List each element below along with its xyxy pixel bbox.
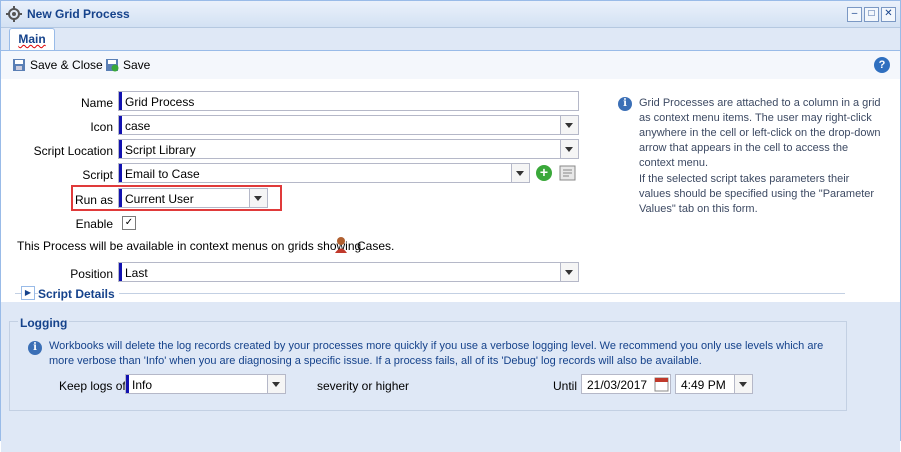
run-as-label: Run as xyxy=(74,193,113,207)
toolbar: Save & Close Save ? xyxy=(1,50,900,80)
severity-text: severity or higher xyxy=(317,379,410,393)
logging-info-text: Workbooks will delete the log records cr… xyxy=(49,340,824,367)
until-label: Until xyxy=(553,379,578,393)
run-as-value: Current User xyxy=(125,192,194,206)
chevron-down-icon[interactable] xyxy=(560,116,578,134)
script-details-toggle[interactable]: Script Details xyxy=(38,287,119,301)
script-select[interactable]: Email to Case xyxy=(118,163,530,183)
until-date-input[interactable]: 21/03/2017 xyxy=(581,374,671,394)
until-time-select[interactable]: 4:49 PM xyxy=(675,374,753,394)
mandatory-marker xyxy=(119,263,122,281)
name-input[interactable]: Grid Process xyxy=(118,91,579,111)
add-script-icon[interactable]: + xyxy=(536,165,552,181)
until-date-value: 21/03/2017 xyxy=(587,378,648,392)
grid-process-window: New Grid Process – □ ✕ Main Save & Close… xyxy=(0,0,901,452)
icon-select[interactable]: case xyxy=(118,115,579,135)
save-icon xyxy=(106,59,119,72)
save-label: Save xyxy=(123,58,151,72)
mandatory-marker xyxy=(119,92,122,110)
info-paragraph-2: If the selected script takes parameters … xyxy=(639,173,875,215)
position-label: Position xyxy=(70,267,113,281)
save-close-icon xyxy=(13,59,25,71)
position-select[interactable]: Last xyxy=(118,262,579,282)
keep-logs-label: Keep logs of xyxy=(59,379,126,393)
mandatory-marker xyxy=(119,164,122,182)
chevron-down-icon[interactable] xyxy=(511,164,529,182)
chevron-down-icon[interactable] xyxy=(560,263,578,281)
chevron-down-icon[interactable] xyxy=(249,189,267,207)
log-level-select[interactable]: Info xyxy=(125,374,286,394)
mandatory-marker xyxy=(119,189,122,207)
script-location-label: Script Location xyxy=(33,144,113,158)
info-icon: i xyxy=(28,341,42,355)
calendar-icon[interactable] xyxy=(654,376,669,392)
window-title: New Grid Process xyxy=(27,7,130,21)
availability-text: This Process will be available in contex… xyxy=(17,239,362,253)
maximize-button[interactable]: □ xyxy=(864,7,879,22)
until-time-value: 4:49 PM xyxy=(681,378,726,392)
edit-script-icon[interactable] xyxy=(558,163,578,183)
icon-value: case xyxy=(125,119,151,133)
position-value: Last xyxy=(125,266,148,280)
tab-main-label: Main xyxy=(18,32,46,46)
enable-checkbox[interactable]: ✓ xyxy=(122,216,136,230)
minimize-button[interactable]: – xyxy=(847,7,862,22)
save-close-button[interactable]: Save & Close xyxy=(12,57,103,73)
script-details-divider xyxy=(15,293,845,294)
tab-main[interactable]: Main xyxy=(9,28,55,50)
help-icon[interactable]: ? xyxy=(874,57,890,73)
chevron-down-icon[interactable] xyxy=(734,375,752,393)
script-label: Script xyxy=(82,168,113,182)
chevron-down-icon[interactable] xyxy=(560,140,578,158)
save-button[interactable]: Save xyxy=(105,57,150,73)
info-icon: i xyxy=(618,97,632,111)
tab-strip: Main xyxy=(1,28,900,50)
logging-legend: Logging xyxy=(18,316,70,330)
chevron-down-icon[interactable] xyxy=(267,375,285,393)
script-location-value: Script Library xyxy=(125,143,196,157)
run-as-select[interactable]: Current User xyxy=(118,188,268,208)
expand-icon[interactable]: ▶ xyxy=(21,286,35,300)
gear-icon xyxy=(6,6,22,22)
enable-label: Enable xyxy=(75,217,113,231)
mandatory-marker xyxy=(126,375,129,393)
mandatory-marker xyxy=(119,116,122,134)
mandatory-marker xyxy=(119,140,122,158)
close-button[interactable]: ✕ xyxy=(881,7,896,22)
title-bar: New Grid Process – □ ✕ xyxy=(1,1,900,28)
script-value: Email to Case xyxy=(125,167,200,181)
name-label: Name xyxy=(80,96,113,110)
case-person-icon xyxy=(335,237,347,253)
icon-label: Icon xyxy=(90,120,113,134)
info-paragraph-1: Grid Processes are attached to a column … xyxy=(639,97,881,169)
log-level-value: Info xyxy=(132,378,153,392)
name-value: Grid Process xyxy=(125,95,195,109)
availability-entity: Cases. xyxy=(357,239,395,253)
save-close-label: Save & Close xyxy=(30,58,103,72)
script-location-select[interactable]: Script Library xyxy=(118,139,579,159)
